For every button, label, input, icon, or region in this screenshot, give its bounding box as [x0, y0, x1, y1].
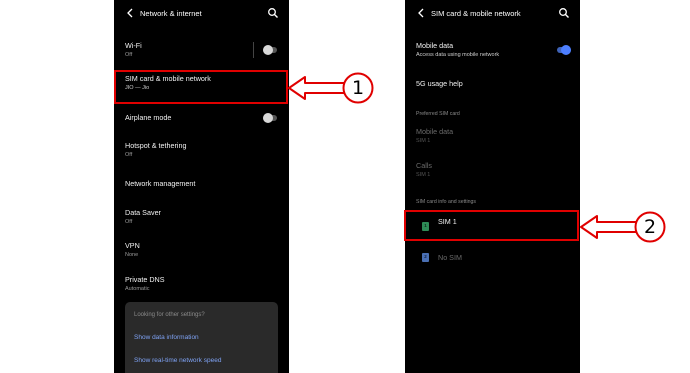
hotspot-label: Hotspot & tethering [125, 141, 187, 150]
show-data-information-link[interactable]: Show data information [134, 334, 199, 341]
private-dns-label: Private DNS [125, 275, 165, 284]
back-arrow-icon[interactable] [415, 7, 427, 19]
preferred-sim-section-label: Preferred SIM card [416, 111, 460, 117]
data-saver-item[interactable]: Data Saver Off [114, 208, 289, 226]
preferred-calls-label: Calls [416, 161, 432, 170]
highlight-box-2 [404, 210, 579, 241]
data-saver-status: Off [125, 219, 133, 225]
preferred-mobile-data-label: Mobile data [416, 127, 454, 136]
sim-info-section-label: SIM card info and settings [416, 199, 476, 205]
hotspot-tethering-item[interactable]: Hotspot & tethering Off [114, 141, 289, 159]
airplane-mode-toggle[interactable] [263, 113, 277, 123]
vpn-status: None [125, 252, 139, 258]
private-dns-item[interactable]: Private DNS Automatic [114, 275, 289, 293]
back-arrow-icon[interactable] [124, 7, 136, 19]
network-management-item[interactable]: Network management [114, 179, 289, 189]
page-title: SIM card & mobile network [431, 9, 521, 18]
network-internet-screen: Network & internet Wi-Fi Off SIM card & … [114, 0, 289, 373]
mobile-data-label: Mobile data [416, 41, 454, 50]
network-management-label: Network management [125, 179, 196, 188]
wifi-toggle[interactable] [263, 45, 277, 55]
sim-card-icon: 2 [422, 253, 429, 262]
no-sim-label: No SIM [438, 253, 462, 262]
no-sim-item[interactable]: 2 No SIM [405, 252, 580, 268]
mobile-data-item[interactable]: Mobile data Access data using mobile net… [405, 41, 580, 59]
suggestion-card: Looking for other settings? Show data in… [125, 302, 278, 373]
hotspot-status: Off [125, 152, 133, 158]
preferred-mobile-data-value: SIM 1 [416, 138, 431, 144]
preferred-calls-item[interactable]: Calls SIM 1 [405, 161, 580, 179]
highlight-box-1 [114, 70, 288, 104]
divider [253, 42, 254, 58]
preferred-calls-value: SIM 1 [416, 172, 431, 178]
search-icon[interactable] [267, 7, 279, 19]
app-bar: SIM card & mobile network [405, 0, 580, 28]
callout-number-1: 1 [351, 77, 365, 99]
mobile-data-desc: Access data using mobile network [416, 52, 500, 58]
sim-card-mobile-network-screen: SIM card & mobile network Mobile data Ac… [405, 0, 580, 373]
app-bar: Network & internet [114, 0, 289, 28]
5g-usage-help-item[interactable]: 5G usage help [405, 79, 580, 89]
suggestion-heading: Looking for other settings? [134, 312, 205, 318]
mobile-data-toggle[interactable] [557, 45, 571, 55]
data-saver-label: Data Saver [125, 208, 161, 217]
private-dns-status: Automatic [125, 286, 150, 292]
callout-number-2: 2 [643, 216, 657, 238]
vpn-label: VPN [125, 241, 140, 250]
page-title: Network & internet [140, 9, 202, 18]
search-icon[interactable] [558, 7, 570, 19]
show-network-speed-link[interactable]: Show real-time network speed [134, 357, 221, 364]
5g-usage-help-label: 5G usage help [416, 79, 463, 88]
preferred-mobile-data-item[interactable]: Mobile data SIM 1 [405, 127, 580, 145]
vpn-item[interactable]: VPN None [114, 241, 289, 259]
